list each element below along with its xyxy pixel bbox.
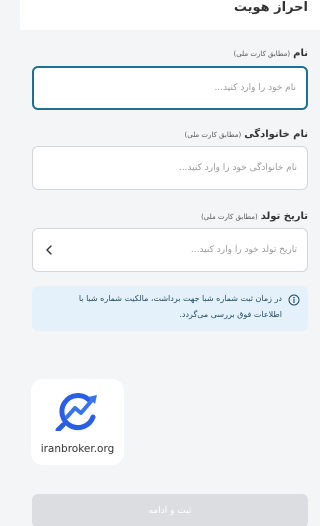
watermark-logo: iranbroker.org <box>31 379 124 465</box>
submit-button[interactable]: ثبت و ادامه <box>32 494 308 526</box>
birth-date-label: تاریخ تولد (مطابق کارت ملی) <box>32 211 308 227</box>
birth-date-label-text: تاریخ تولد <box>260 211 308 222</box>
chevron-left-icon[interactable] <box>45 245 53 255</box>
first-name-placeholder: نام خود را وارد کنید... <box>214 83 296 93</box>
info-text: در زمان ثبت شماره شبا جهت برداشت، مالکیت… <box>79 291 282 323</box>
birth-date-placeholder: تاریخ تولد خود را وارد کنید... <box>190 245 297 255</box>
info-text-line-1: در زمان ثبت شماره شبا جهت برداشت، مالکیت… <box>78 294 282 303</box>
last-name-label: نام خانوادگی (مطابق کارت ملی) <box>32 129 308 145</box>
last-name-field: نام خانوادگی (مطابق کارت ملی) نام خانواد… <box>32 129 308 190</box>
first-name-input[interactable]: نام خود را وارد کنید... <box>32 66 308 110</box>
birth-date-hint: (مطابق کارت ملی) <box>201 213 258 221</box>
last-name-input[interactable]: نام خانوادگی خود را وارد کنید... <box>32 146 308 190</box>
logo-text: iranbroker.org <box>40 443 115 455</box>
first-name-label-text: نام <box>293 48 308 59</box>
birth-date-input[interactable]: تاریخ تولد خود را وارد کنید... <box>32 228 308 272</box>
last-name-placeholder: نام خانوادگی خود را وارد کنید... <box>178 163 297 173</box>
last-name-hint: (مطابق کارت ملی) <box>184 131 242 139</box>
first-name-hint: (مطابق کارت ملی) <box>233 50 291 58</box>
iranbroker-logo-icon <box>55 393 97 431</box>
first-name-label: نام (مطابق کارت ملی) <box>32 48 308 64</box>
info-text-line-2: اطلاعات فوق بررسی می‌گردد. <box>179 310 282 319</box>
birth-date-field: تاریخ تولد (مطابق کارت ملی) تاریخ تولد خ… <box>32 211 308 272</box>
first-name-field: نام (مطابق کارت ملی) نام خود را وارد کنی… <box>32 48 308 110</box>
info-icon <box>288 294 300 306</box>
app-header: احراز هویت <box>20 0 320 30</box>
info-notice: در زمان ثبت شماره شبا جهت برداشت، مالکیت… <box>32 286 308 331</box>
page-title: احراز هویت <box>233 0 308 15</box>
last-name-label-text: نام خانوادگی <box>244 129 308 140</box>
